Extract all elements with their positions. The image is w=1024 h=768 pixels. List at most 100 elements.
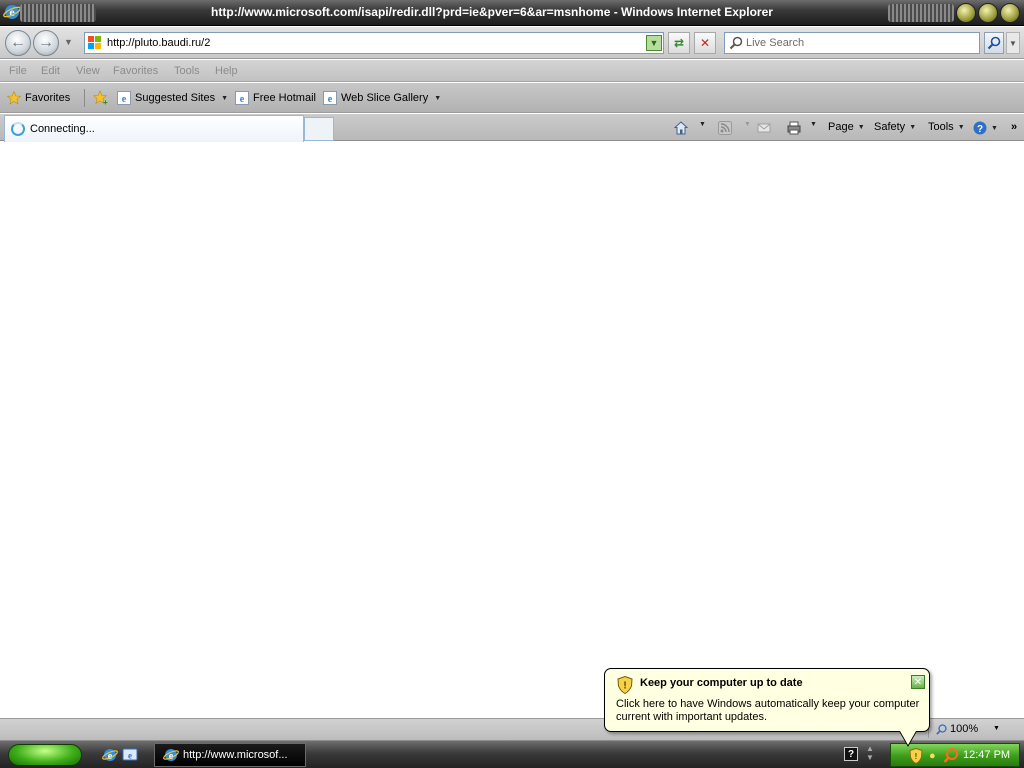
tab-active[interactable]: Connecting... [4, 115, 304, 142]
menu-view[interactable]: View [76, 65, 100, 77]
minimize-button[interactable] [956, 3, 976, 23]
navigation-bar: ← → ▼ ▼ ⇄ ✕ ▼ [0, 27, 1024, 59]
tab-command-bar: Connecting... ▼ ▼ ▼ Page ▼ Safety ▼ Tool… [0, 114, 1024, 142]
fav-free-hotmail-label: Free Hotmail [253, 92, 316, 104]
add-to-favorites-bar-button[interactable]: + [93, 90, 109, 106]
tab-label: Connecting... [30, 123, 95, 135]
fav-suggested-sites-label: Suggested Sites [135, 92, 216, 104]
svg-text:!: ! [623, 681, 626, 692]
favorites-bar: Favorites + e Suggested Sites ▼ e Free Ho… [0, 83, 1024, 113]
print-dropdown[interactable]: ▼ [808, 121, 817, 128]
search-button[interactable] [984, 32, 1004, 54]
home-icon [674, 121, 688, 135]
search-options-dropdown[interactable]: ▼ [1006, 32, 1020, 54]
ie-icon: e [163, 749, 179, 762]
fav-free-hotmail[interactable]: e Free Hotmail [235, 90, 316, 106]
svg-text:e: e [122, 94, 127, 105]
chevron-down-icon: ▼ [810, 121, 817, 128]
fav-suggested-sites[interactable]: e Suggested Sites ▼ [117, 90, 228, 106]
menu-tools[interactable]: Tools [174, 65, 200, 77]
help-icon: ? [973, 121, 987, 135]
page-content[interactable] [0, 142, 1024, 718]
address-bar[interactable]: ▼ [84, 32, 664, 54]
balloon-message: Click here to have Windows automatically… [616, 698, 920, 723]
tray-clock[interactable]: 12:47 PM [963, 749, 1010, 761]
close-icon[interactable]: ✕ [911, 675, 925, 689]
ie-quicklaunch-icon[interactable]: e [102, 747, 118, 763]
tray-help-icon[interactable]: ? [844, 747, 858, 761]
ie-page-icon: e [117, 91, 131, 105]
back-button[interactable]: ← [5, 30, 31, 56]
home-dropdown[interactable]: ▼ [697, 121, 706, 128]
start-button[interactable] [8, 744, 82, 766]
loading-spinner-icon [11, 122, 25, 136]
fav-web-slice-gallery[interactable]: e Web Slice Gallery ▼ [323, 90, 441, 106]
menu-favorites[interactable]: Favorites [113, 65, 158, 77]
favorites-divider [84, 89, 85, 107]
update-notification-balloon[interactable]: ! Keep your computer up to date Click he… [604, 668, 930, 732]
chevron-down-icon: ▼ [744, 121, 751, 128]
chevron-down-icon: ▼ [221, 94, 229, 102]
toolbar-overflow-button[interactable]: » [1011, 121, 1017, 133]
svg-text:e: e [328, 94, 333, 105]
feeds-button[interactable] [718, 121, 732, 135]
chevron-down-icon: ▼ [857, 123, 865, 131]
help-menu-button[interactable]: ? ▼ [973, 121, 998, 135]
tray-expand-icon[interactable]: ▲ ▼ [866, 744, 874, 762]
stop-icon: ✕ [699, 36, 711, 50]
menu-bar: File Edit View Favorites Tools Help [0, 60, 1024, 82]
refresh-button[interactable]: ⇄ [668, 32, 690, 54]
menu-file[interactable]: File [9, 65, 27, 77]
new-tab-button[interactable] [304, 117, 334, 141]
fav-web-slice-gallery-label: Web Slice Gallery [341, 92, 429, 104]
svg-text:e: e [128, 751, 132, 761]
page-menu-button[interactable]: Page ▼ [828, 121, 865, 133]
address-dropdown-icon[interactable]: ▼ [646, 35, 662, 51]
tray-network-icon[interactable]: ● [929, 750, 936, 762]
read-mail-button[interactable] [757, 121, 771, 135]
title-bar[interactable]: e http://www.microsoft.com/isapi/redir.d… [0, 0, 1024, 26]
tools-menu-button[interactable]: Tools ▼ [928, 121, 965, 133]
print-button[interactable] [787, 121, 801, 135]
balloon-title: Keep your computer up to date [640, 677, 803, 689]
tools-menu-label: Tools [928, 121, 954, 133]
feeds-dropdown[interactable]: ▼ [742, 121, 751, 128]
show-desktop-icon[interactable]: e [122, 747, 138, 763]
tray-search-icon[interactable] [943, 747, 959, 765]
chevron-down-icon: ▼ [699, 121, 706, 128]
taskbar-ie-window[interactable]: e http://www.microsof... [154, 743, 306, 767]
search-box[interactable] [724, 32, 980, 54]
search-go-icon [987, 36, 1001, 50]
maximize-button[interactable] [978, 3, 998, 23]
safety-menu-button[interactable]: Safety ▼ [874, 121, 916, 133]
taskbar-ie-label: http://www.microsof... [183, 749, 288, 761]
add-favorite-star-icon: + [93, 90, 108, 106]
zoom-icon [936, 723, 947, 735]
chevron-down-icon: ▼ [957, 123, 965, 131]
balloon-tail [900, 731, 916, 745]
search-icon [729, 36, 743, 50]
svg-text:+: + [103, 98, 108, 106]
close-window-button[interactable] [1000, 3, 1020, 23]
stop-button[interactable]: ✕ [694, 32, 716, 54]
shield-icon[interactable]: ! [909, 748, 923, 764]
back-icon: ← [10, 34, 26, 51]
address-input[interactable] [107, 35, 627, 51]
title-grip-left [20, 4, 96, 22]
zoom-dropdown[interactable]: ▼ [993, 725, 1000, 732]
forward-button[interactable]: → [33, 30, 59, 56]
shield-icon: ! [617, 676, 633, 694]
refresh-icon: ⇄ [673, 36, 685, 50]
menu-edit[interactable]: Edit [41, 65, 60, 77]
search-input[interactable] [746, 35, 971, 51]
ie-page-icon: e [323, 91, 337, 105]
favorites-button[interactable]: Favorites [7, 90, 70, 106]
chevron-down-icon: ▼ [991, 124, 998, 132]
svg-text:!: ! [915, 752, 918, 761]
menu-help[interactable]: Help [215, 65, 238, 77]
ie-icon[interactable]: e [3, 3, 21, 21]
home-button[interactable] [674, 121, 688, 135]
recent-pages-dropdown[interactable]: ▼ [64, 37, 73, 47]
window-title: http://www.microsoft.com/isapi/redir.dll… [211, 5, 773, 19]
zoom-button[interactable]: 100% [936, 723, 978, 735]
